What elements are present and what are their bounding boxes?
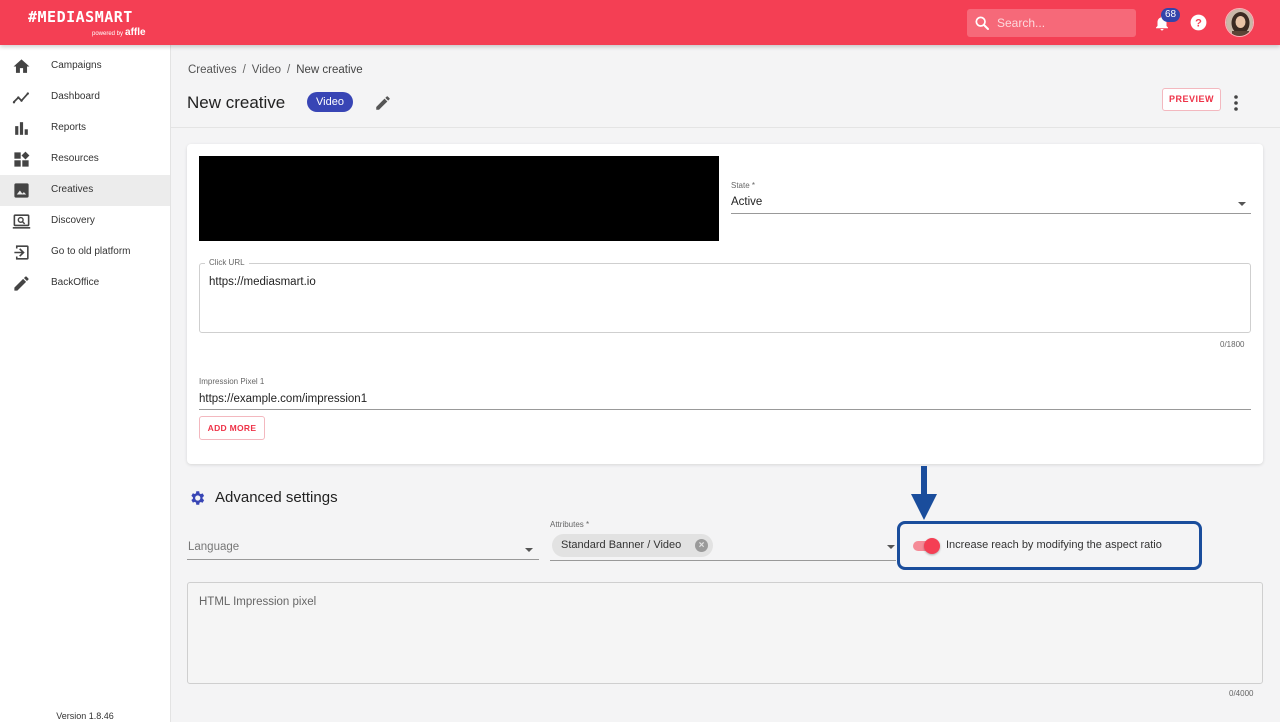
language-dropdown-icon[interactable] [525, 548, 533, 552]
sidebar-item-campaigns[interactable]: Campaigns [0, 51, 170, 82]
discovery-icon [12, 214, 31, 229]
home-icon [13, 59, 30, 73]
logo-text: #MEDIASMART [28, 8, 133, 26]
state-select-underline [731, 213, 1251, 214]
breadcrumb-current: New creative [296, 64, 363, 76]
state-select-value[interactable]: Active [731, 196, 762, 208]
top-bar: #MEDIASMART powered byaffle 68 ? [0, 0, 1280, 45]
click-url-label: Click URL [205, 258, 249, 267]
sidebar-item-label: Creatives [51, 184, 94, 195]
more-vert-icon[interactable] [1229, 94, 1243, 112]
preview-button[interactable]: PREVIEW [1162, 88, 1221, 111]
notification-badge: 68 [1161, 8, 1181, 22]
svg-text:?: ? [1195, 17, 1202, 29]
sidebar-item-dashboard[interactable]: Dashboard [0, 82, 170, 113]
creative-card: State * Active Click URL https://mediasm… [187, 144, 1263, 464]
attributes-select-underline [550, 560, 896, 561]
edit-title-icon[interactable] [374, 94, 392, 112]
click-url-input[interactable]: https://mediasmart.io [209, 276, 316, 288]
language-select-underline [187, 559, 539, 560]
impression-pixel-underline [199, 409, 1251, 410]
breadcrumb-creatives[interactable]: Creatives [188, 64, 237, 76]
pencil-icon [14, 276, 29, 291]
breadcrumb: Creatives / Video / New creative [188, 64, 363, 76]
search-box[interactable] [967, 9, 1136, 37]
creative-type-badge: Video [307, 92, 353, 112]
sidebar-item-old-platform[interactable]: Go to old platform [0, 237, 170, 268]
click-url-field[interactable] [199, 263, 1251, 333]
sidebar-item-label: Go to old platform [51, 246, 131, 257]
sidebar-item-discovery[interactable]: Discovery [0, 206, 170, 237]
html-impression-pixel-field[interactable]: HTML Impression pixel [187, 582, 1263, 684]
language-select[interactable]: Language [188, 541, 239, 553]
trend-icon [12, 92, 30, 104]
state-dropdown-icon[interactable] [1238, 202, 1246, 206]
header-divider [171, 127, 1280, 128]
attributes-dropdown-icon[interactable] [887, 545, 895, 549]
annotation-highlight-box [897, 521, 1202, 570]
attribute-chip[interactable]: Standard Banner / Video × [552, 534, 713, 557]
sidebar-item-resources[interactable]: Resources [0, 144, 170, 175]
sidebar-item-backoffice[interactable]: BackOffice [0, 268, 170, 299]
search-icon [975, 16, 989, 30]
add-more-button[interactable]: ADD MORE [199, 416, 265, 440]
search-input[interactable] [997, 13, 1127, 33]
mediasmart-logo[interactable]: #MEDIASMART powered by affle [28, 8, 146, 38]
attributes-label: Attributes * [550, 520, 590, 529]
sidebar-item-label: Resources [51, 153, 99, 164]
page-title: New creative [187, 93, 286, 112]
sidebar-item-creatives[interactable]: Creatives [0, 175, 170, 206]
logo-subtext: powered by affle [92, 27, 146, 38]
breadcrumb-separator: / [242, 64, 246, 76]
user-avatar[interactable] [1225, 8, 1254, 37]
impression-pixel-label: Impression Pixel 1 [199, 377, 265, 386]
sidebar-item-label: Discovery [51, 215, 95, 226]
gear-icon [191, 491, 205, 505]
sidebar-item-label: Dashboard [51, 91, 100, 102]
sidebar-item-label: Reports [51, 122, 87, 133]
impression-pixel-input[interactable]: https://example.com/impression1 [199, 393, 367, 405]
chip-remove-icon[interactable]: × [695, 539, 708, 552]
sidebar-item-label: Campaigns [51, 60, 102, 71]
help-icon[interactable]: ? [1189, 13, 1208, 32]
sidebar-item-label: BackOffice [51, 277, 100, 288]
video-preview[interactable] [199, 156, 719, 241]
html-pixel-counter: 0/4000 [1229, 689, 1254, 698]
widgets-icon [14, 151, 30, 167]
html-impression-pixel-placeholder: HTML Impression pixel [199, 596, 317, 608]
version-label: Version 1.8.46 [56, 711, 114, 721]
state-label: State * [731, 181, 756, 190]
annotation-arrow-icon [911, 466, 937, 520]
exit-icon [14, 245, 29, 260]
image-icon [14, 183, 29, 198]
bar-chart-icon [15, 122, 28, 135]
attribute-chip-label: Standard Banner / Video [561, 539, 682, 551]
click-url-counter: 0/1800 [1220, 340, 1245, 349]
advanced-settings-title: Advanced settings [215, 489, 338, 506]
sidebar-item-reports[interactable]: Reports [0, 113, 170, 144]
breadcrumb-separator: / [287, 64, 291, 76]
sidebar: Campaigns Dashboard Reports Resources Cr… [0, 45, 171, 722]
breadcrumb-video[interactable]: Video [252, 64, 281, 76]
